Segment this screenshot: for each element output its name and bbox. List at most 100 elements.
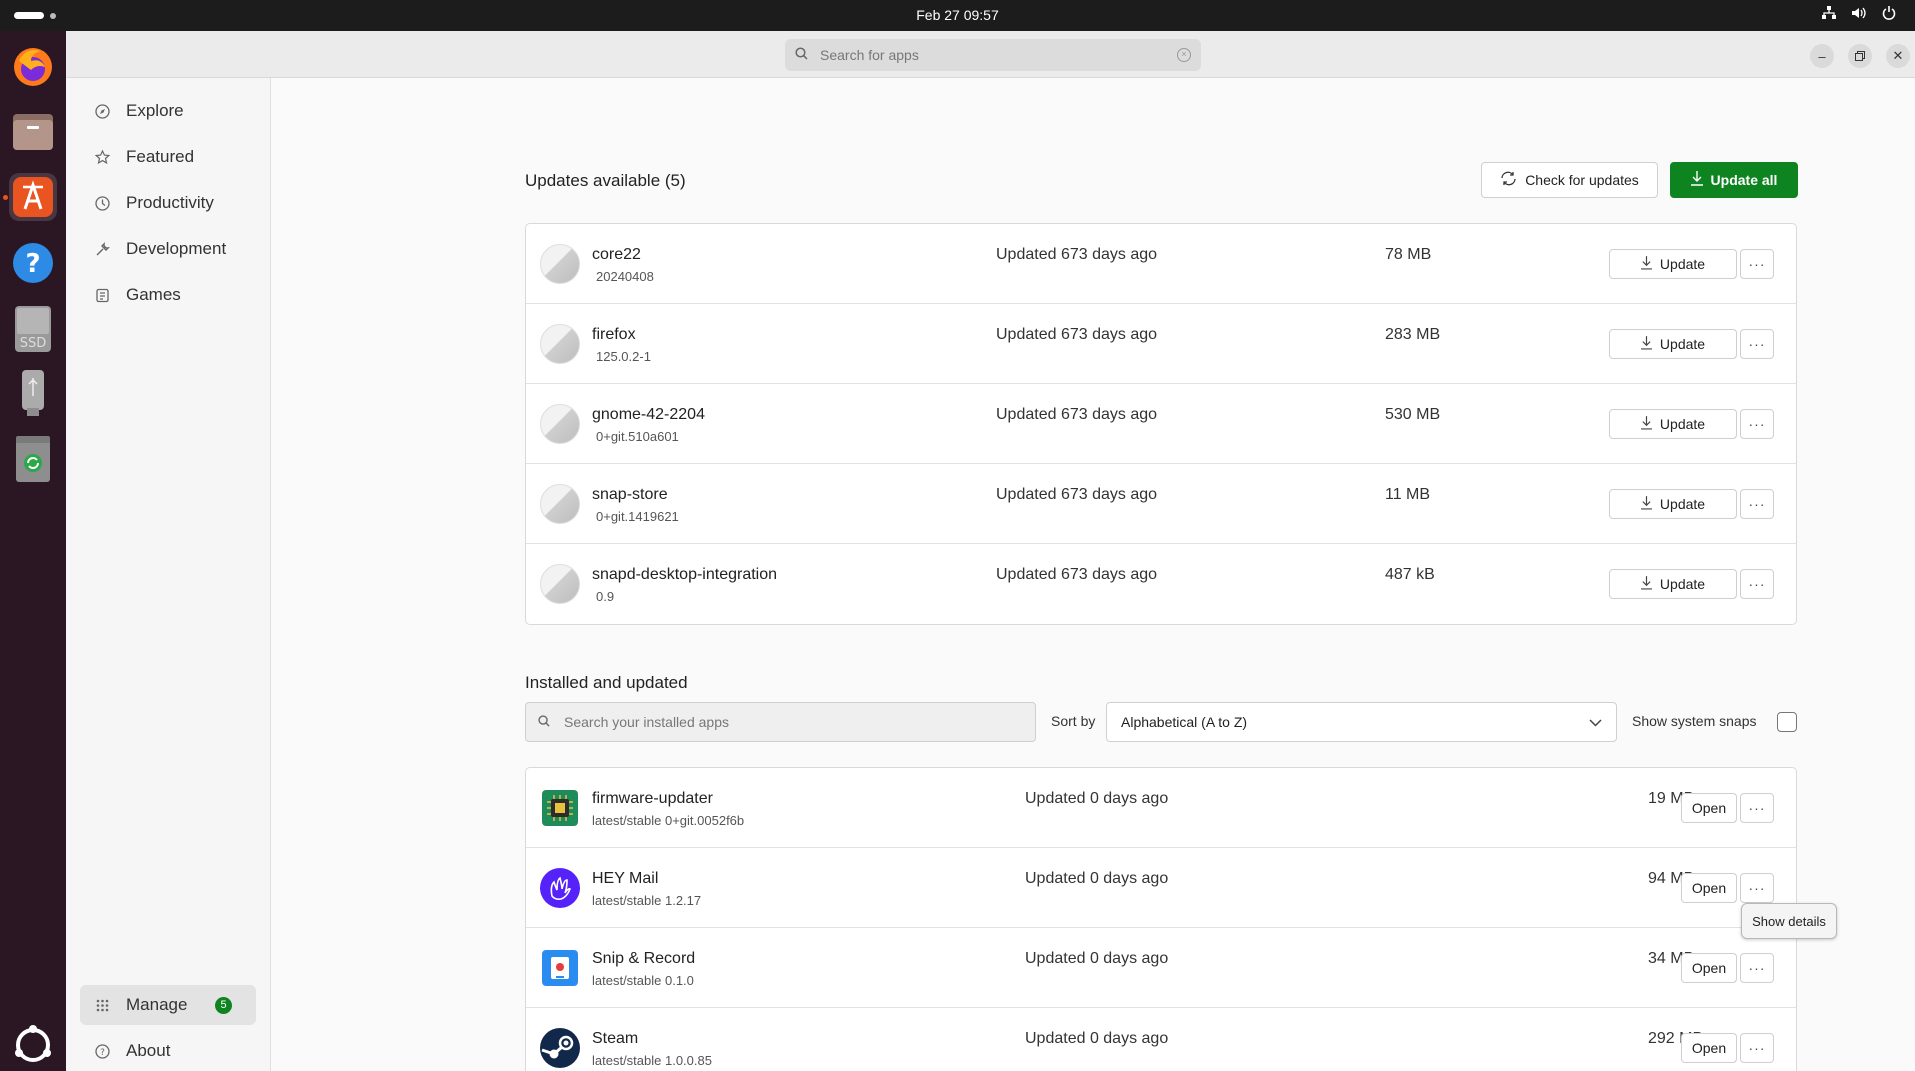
- ssd-drive-icon[interactable]: SSD: [9, 305, 57, 353]
- update-status: Updated 0 days ago: [1025, 1030, 1169, 1047]
- installed-app-row[interactable]: Steam latest/stable 1.0.0.85 Updated 0 day…: [526, 1008, 1796, 1071]
- app-name: HEY Mail: [592, 870, 659, 887]
- open-button[interactable]: Open: [1681, 793, 1737, 823]
- sort-by-label: Sort by: [1051, 713, 1096, 729]
- action-label: Open: [1691, 800, 1727, 816]
- open-button[interactable]: Open: [1681, 1033, 1737, 1063]
- show-details-button[interactable]: ···: [1740, 873, 1774, 903]
- app-version: latest/stable 1.2.17: [592, 893, 702, 908]
- update-status: Updated 0 days ago: [1025, 870, 1169, 887]
- update-row[interactable]: core22 20240408 Updated 673 days ago 78 MB U…: [526, 224, 1796, 304]
- grid-icon: [94, 997, 110, 1013]
- power-icon[interactable]: [1881, 6, 1897, 24]
- update-all-button[interactable]: Update all: [1670, 162, 1798, 198]
- usb-drive-icon[interactable]: [9, 369, 57, 417]
- installed-app-row[interactable]: Snip & Record latest/stable 0.1.0 Updated …: [526, 928, 1796, 1008]
- show-details-button[interactable]: ···: [1740, 569, 1774, 599]
- minimize-button[interactable]: –: [1810, 44, 1834, 68]
- open-button[interactable]: Open: [1681, 953, 1737, 983]
- maximize-button[interactable]: [1848, 44, 1872, 68]
- sidebar-item-label: Featured: [126, 147, 195, 166]
- network-icon[interactable]: [1821, 6, 1837, 24]
- help-icon[interactable]: ?: [9, 239, 57, 287]
- update-row[interactable]: gnome-42-2204 0+git.510a601 Updated 673 da…: [526, 384, 1796, 464]
- download-icon: [1640, 255, 1652, 273]
- firefox-icon[interactable]: [9, 43, 57, 91]
- update-row[interactable]: firefox 125.0.2-1 Updated 673 days ago 283 …: [526, 304, 1796, 384]
- search-apps-field[interactable]: Search for apps ×: [785, 39, 1201, 71]
- trash-icon[interactable]: [9, 435, 57, 483]
- sidebar-item-about[interactable]: ? About: [80, 1031, 256, 1071]
- app-center-window: Search for apps × – ✕ Explore Featured P…: [66, 31, 1915, 1071]
- update-button[interactable]: Update: [1609, 489, 1737, 519]
- installed-app-row[interactable]: HEY Mail latest/stable 1.2.17 Updated 0 da…: [526, 848, 1796, 928]
- app-icon: [540, 324, 580, 364]
- system-tray[interactable]: [1821, 6, 1897, 24]
- close-button[interactable]: ✕: [1886, 44, 1910, 68]
- installed-app-row[interactable]: firmware-updater latest/stable 0+git.0052…: [526, 768, 1796, 848]
- show-details-button[interactable]: ···: [1740, 249, 1774, 279]
- app-version: latest/stable 0.1.0: [592, 973, 694, 988]
- update-row[interactable]: snapd-desktop-integration 0.9 Updated 673 …: [526, 544, 1796, 624]
- sidebar-item-label: Games: [126, 285, 181, 304]
- show-system-snaps-checkbox[interactable]: [1777, 712, 1797, 732]
- update-row[interactable]: snap-store 0+git.1419621 Updated 673 days …: [526, 464, 1796, 544]
- sidebar-item-label: Productivity: [126, 193, 214, 212]
- sort-select[interactable]: Alphabetical (A to Z): [1106, 702, 1617, 742]
- app-icon: [540, 868, 580, 908]
- sort-selected-value: Alphabetical (A to Z): [1121, 714, 1248, 730]
- update-status: Updated 0 days ago: [1025, 950, 1169, 967]
- app-version: 0+git.510a601: [596, 429, 679, 444]
- app-name: core22: [592, 246, 641, 263]
- sidebar: Explore Featured Productivity Developmen…: [66, 78, 271, 1071]
- show-apps-icon[interactable]: [9, 1021, 57, 1069]
- sidebar-item-productivity[interactable]: Productivity: [80, 183, 256, 223]
- help-circle-icon: ?: [94, 1043, 110, 1059]
- show-details-button[interactable]: ···: [1740, 1033, 1774, 1063]
- show-details-button[interactable]: ···: [1740, 489, 1774, 519]
- clock[interactable]: Feb 27 09:57: [0, 7, 1915, 23]
- show-details-button[interactable]: ···: [1740, 793, 1774, 823]
- sidebar-item-label: Development: [126, 239, 227, 258]
- app-version: 0.9: [596, 589, 615, 604]
- action-label: Open: [1691, 1040, 1727, 1056]
- update-button[interactable]: Update: [1609, 329, 1737, 359]
- star-icon: [94, 149, 110, 165]
- app-version: latest/stable 1.0.0.85: [592, 1053, 712, 1068]
- app-name: snap-store: [592, 486, 668, 503]
- updates-list: core22 20240408 Updated 673 days ago 78 MB U…: [525, 223, 1797, 625]
- volume-icon[interactable]: [1851, 6, 1867, 24]
- installed-search-field[interactable]: Search your installed apps: [525, 702, 1036, 742]
- app-center-icon[interactable]: [9, 173, 57, 221]
- refresh-icon: [1500, 171, 1517, 189]
- dock: ? SSD: [0, 31, 66, 1071]
- check-for-updates-button[interactable]: Check for updates: [1481, 162, 1658, 198]
- updates-title: Updates available (5): [525, 171, 686, 190]
- app-icon: [540, 404, 580, 444]
- updates-count-badge: 5: [215, 996, 232, 1014]
- show-details-button[interactable]: ···: [1740, 409, 1774, 439]
- app-version: 20240408: [596, 269, 654, 284]
- download-icon: [1640, 415, 1652, 433]
- update-button[interactable]: Update: [1609, 569, 1737, 599]
- app-name: firmware-updater: [592, 790, 713, 807]
- action-label: Update: [1659, 496, 1706, 512]
- update-button[interactable]: Update: [1609, 249, 1737, 279]
- show-details-button[interactable]: ···: [1740, 329, 1774, 359]
- sidebar-item-explore[interactable]: Explore: [80, 91, 256, 131]
- update-button[interactable]: Update: [1609, 409, 1737, 439]
- sidebar-item-manage[interactable]: Manage 5: [80, 985, 256, 1025]
- show-details-button[interactable]: ···: [1740, 953, 1774, 983]
- download-icon: [1640, 495, 1652, 513]
- sidebar-item-development[interactable]: Development: [80, 229, 256, 269]
- sidebar-item-featured[interactable]: Featured: [80, 137, 256, 177]
- app-icon: [540, 948, 580, 988]
- clear-search-icon[interactable]: ×: [1177, 48, 1191, 62]
- files-icon[interactable]: [9, 107, 57, 155]
- update-status: Updated 673 days ago: [996, 486, 1158, 503]
- open-button[interactable]: Open: [1681, 873, 1737, 903]
- download-icon: [1690, 171, 1703, 189]
- sidebar-item-games[interactable]: Games: [80, 275, 256, 315]
- download-icon: [1640, 575, 1652, 593]
- app-icon: [540, 788, 580, 828]
